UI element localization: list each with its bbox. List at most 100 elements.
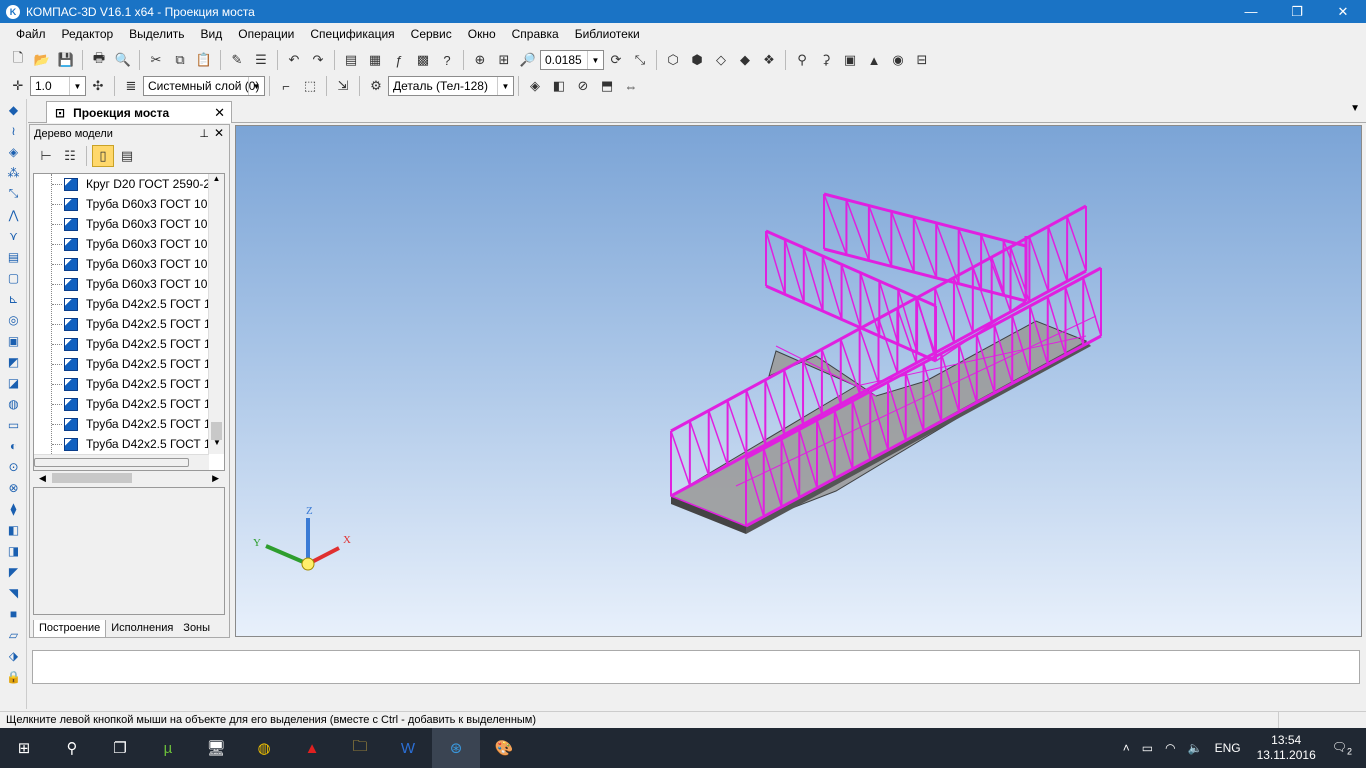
save-icon[interactable]: 💾: [55, 49, 77, 71]
maximize-button[interactable]: ❐: [1274, 0, 1320, 23]
tab-construction[interactable]: Построение: [33, 620, 107, 638]
new-file-icon[interactable]: 🗋: [7, 49, 29, 71]
menu-service[interactable]: Сервис: [403, 27, 460, 41]
chevron-down-icon[interactable]: ▼: [69, 77, 85, 95]
tree-vertical-scrollbar[interactable]: ▲ ▼: [208, 174, 224, 454]
select-filter-icon[interactable]: ⚳: [815, 49, 837, 71]
tab-menu-icon[interactable]: ▼: [1350, 103, 1360, 114]
tree-item[interactable]: Труба D60x3 ГОСТ 107: [34, 214, 224, 234]
3d-viewport[interactable]: Z X Y: [235, 125, 1362, 637]
step-icon[interactable]: ✛: [7, 75, 29, 97]
remote-desktop-icon[interactable]: 🖥: [192, 728, 240, 768]
detail-combo[interactable]: Деталь (Тел-128) ▼: [388, 76, 514, 96]
close-button[interactable]: ✕: [1320, 0, 1366, 23]
local-cs-icon[interactable]: ⬚: [299, 75, 321, 97]
view-icon[interactable]: ▲: [863, 49, 885, 71]
show-properties-icon[interactable]: ▤: [116, 145, 138, 167]
menu-edit[interactable]: Редактор: [54, 27, 122, 41]
sheet-icon[interactable]: ▱: [0, 624, 27, 645]
measure-tool-icon[interactable]: ◎: [0, 309, 27, 330]
tab-bridge-projection[interactable]: ⊡ Проекция моста ✕: [46, 101, 232, 123]
hidden-lines-icon[interactable]: ⬢: [686, 49, 708, 71]
tree-order-icon[interactable]: ☷: [59, 145, 81, 167]
clock[interactable]: 13:54 13.11.2016: [1257, 733, 1316, 763]
tree-item[interactable]: Труба D60x3 ГОСТ 107: [34, 234, 224, 254]
tree-item[interactable]: Труба D42x2.5 ГОСТ 1(: [34, 334, 224, 354]
zoom-window-icon[interactable]: ⊞: [493, 49, 515, 71]
print-icon[interactable]: 🖶: [88, 49, 110, 71]
menu-help[interactable]: Справка: [504, 27, 567, 41]
coordinate-system-icon[interactable]: ⌐: [275, 75, 297, 97]
revolve-icon[interactable]: ◩: [0, 351, 27, 372]
menu-view[interactable]: Вид: [193, 27, 231, 41]
library-icon[interactable]: ▦: [364, 49, 386, 71]
thread-icon[interactable]: ⊗: [0, 477, 27, 498]
undo-icon[interactable]: ↶: [283, 49, 305, 71]
measure-icon[interactable]: ⊟: [911, 49, 933, 71]
rib-icon[interactable]: ◐: [0, 435, 27, 456]
calculator-icon[interactable]: ▩: [412, 49, 434, 71]
tab-versions[interactable]: Исполнения: [106, 620, 178, 638]
hscroll-thumb[interactable]: [51, 473, 132, 483]
tree-structure-icon[interactable]: ⊢: [35, 145, 57, 167]
paint-icon[interactable]: 🎨: [480, 728, 528, 768]
section-icon[interactable]: ⊘: [572, 75, 594, 97]
word-icon[interactable]: W: [384, 728, 432, 768]
file-explorer-icon[interactable]: 🗀: [336, 728, 384, 768]
snap-icon[interactable]: ✣: [87, 75, 109, 97]
thin-lines-icon[interactable]: ◇: [710, 49, 732, 71]
minimize-button[interactable]: —: [1228, 0, 1274, 23]
tree-horizontal-scrollbar[interactable]: [34, 454, 209, 470]
boolean-icon[interactable]: ◍: [0, 393, 27, 414]
sketch-icon[interactable]: ≀: [0, 120, 27, 141]
tree-item[interactable]: Круг D20 ГОСТ 2590-2(: [34, 174, 224, 194]
preview-icon[interactable]: 🔍: [112, 49, 134, 71]
wifi-icon[interactable]: ◠: [1165, 741, 1175, 755]
chevron-down-icon[interactable]: ▼: [497, 77, 513, 95]
acrobat-icon[interactable]: ▲: [288, 728, 336, 768]
dimension-icon[interactable]: ⇔: [620, 75, 642, 97]
chamfer-icon[interactable]: ◤: [0, 561, 27, 582]
manager-icon[interactable]: ▤: [340, 49, 362, 71]
fillet-icon[interactable]: ⤡: [0, 183, 27, 204]
help-pointer-icon[interactable]: ?: [436, 49, 458, 71]
tree-item[interactable]: Труба D60x3 ГОСТ 107: [34, 194, 224, 214]
scroll-right-icon[interactable]: ▶: [212, 473, 219, 484]
zoom-all-icon[interactable]: ⊕: [469, 49, 491, 71]
operations-icon[interactable]: ◈: [0, 141, 27, 162]
tree-item[interactable]: Труба D42x2.5 ГОСТ 1(: [34, 314, 224, 334]
color-icon[interactable]: ◈: [524, 75, 546, 97]
frame-icon[interactable]: ▢: [0, 267, 27, 288]
shell-icon[interactable]: ▭: [0, 414, 27, 435]
copy-icon[interactable]: ⧉: [169, 49, 191, 71]
axis-icon[interactable]: ⊾: [0, 288, 27, 309]
loft-icon[interactable]: ◪: [0, 372, 27, 393]
split-icon[interactable]: ◨: [0, 540, 27, 561]
tree-item[interactable]: Труба D42x2.5 ГОСТ 1(: [34, 434, 224, 454]
scroll-left-icon[interactable]: ◀: [39, 473, 46, 484]
panel-close-icon[interactable]: ✕: [214, 126, 224, 140]
export-icon[interactable]: ⬒: [596, 75, 618, 97]
kompas-taskbar-icon[interactable]: ⊛: [432, 728, 480, 768]
layer-combo[interactable]: Системный слой (0) ▼: [143, 76, 265, 96]
tree-item[interactable]: Труба D42x2.5 ГОСТ 1(: [34, 294, 224, 314]
shaded-icon[interactable]: ◆: [734, 49, 756, 71]
search-icon[interactable]: ⚲: [48, 728, 96, 768]
show-hidden-icons-icon[interactable]: ˄: [1123, 741, 1130, 755]
bridge-model[interactable]: Z X Y: [236, 126, 1362, 637]
edit-model-icon[interactable]: ◆: [0, 99, 27, 120]
redo-icon[interactable]: ↷: [307, 49, 329, 71]
task-view-icon[interactable]: ❐: [96, 728, 144, 768]
solid-icon[interactable]: ■: [0, 603, 27, 624]
tab-zones[interactable]: Зоны: [178, 620, 215, 638]
chevron-down-icon[interactable]: ▼: [587, 51, 603, 69]
tab-close-icon[interactable]: ✕: [214, 105, 225, 121]
pattern-icon[interactable]: ◧: [0, 519, 27, 540]
tree-item[interactable]: Труба D42x2.5 ГОСТ 1(: [34, 414, 224, 434]
show-tree-icon[interactable]: ▯: [92, 145, 114, 167]
tree-item[interactable]: Труба D42x2.5 ГОСТ 1(: [34, 394, 224, 414]
variables-icon[interactable]: ƒ: [388, 49, 410, 71]
weld-icon[interactable]: ⬗: [0, 645, 27, 666]
start-button[interactable]: ⊞: [0, 728, 48, 768]
orientation-icon[interactable]: ⤡: [629, 49, 651, 71]
